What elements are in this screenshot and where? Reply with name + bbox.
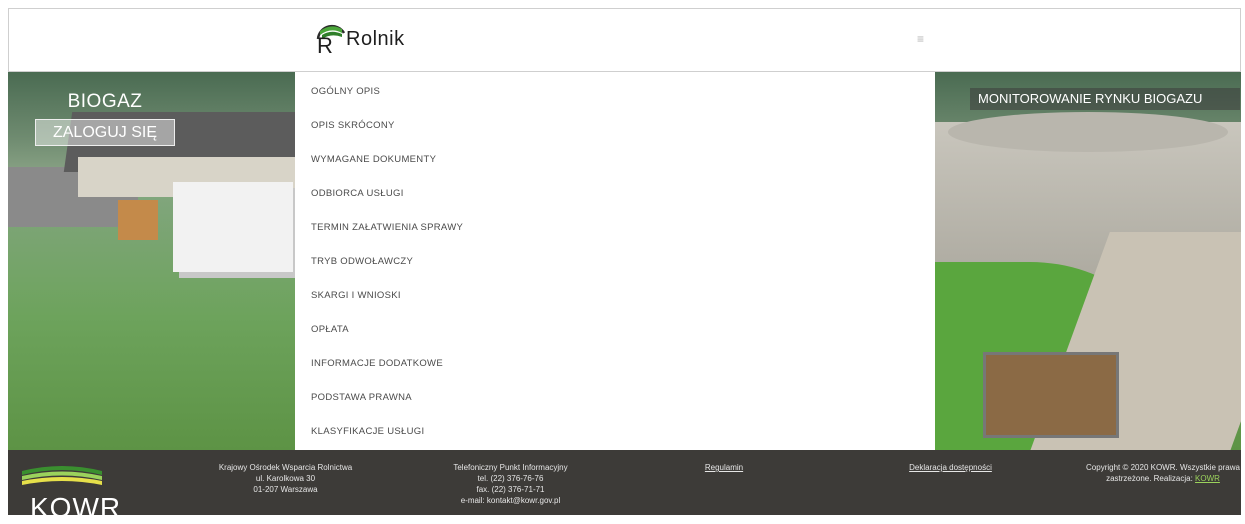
kowr-realizacja-link[interactable]: KOWR <box>1195 474 1220 483</box>
login-button[interactable]: ZALOGUJ SIĘ <box>35 119 175 146</box>
accessibility-link-wrap: Deklaracja dostępności <box>888 462 1013 473</box>
footer-copyright: Copyright © 2020 KOWR. Wszystkie prawa z… <box>1086 463 1240 483</box>
rolnik-logo-icon: R <box>316 24 346 58</box>
biogaz-panel: BIOGAZ ZALOGUJ SIĘ <box>35 83 175 147</box>
kowr-fields-icon <box>22 466 102 485</box>
top-header: R Rolnik ≡ <box>8 8 1241 72</box>
logo-text: Rolnik <box>346 27 405 50</box>
menu-item-odbiorca-uslugi[interactable]: ODBIORCA USŁUGI <box>311 188 404 199</box>
svg-text:R: R <box>317 33 333 58</box>
menu-item-skargi[interactable]: SKARGI I WNIOSKI <box>311 290 401 301</box>
menu-item-termin[interactable]: TERMIN ZAŁATWIENIA SPRAWY <box>311 222 463 233</box>
regulamin-link-wrap: Regulamin <box>684 462 764 473</box>
menu-item-informacje[interactable]: INFORMACJE DODATKOWE <box>311 358 443 369</box>
footer-contact: Telefoniczny Punkt Informacyjny tel. (22… <box>453 463 568 505</box>
kowr-logo[interactable]: KOWR <box>20 465 120 523</box>
footer-address: Krajowy Ośrodek Wsparcia Rolnictwa ul. K… <box>218 463 353 494</box>
biogaz-title: BIOGAZ <box>67 91 143 112</box>
menu-item-ogolny-opis[interactable]: OGÓLNY OPIS <box>311 86 380 97</box>
menu-item-opis-skrocony[interactable]: OPIS SKRÓCONY <box>311 120 395 131</box>
menu-item-wymagane-dokumenty[interactable]: WYMAGANE DOKUMENTY <box>311 154 436 165</box>
monitoring-link[interactable]: MONITOROWANIE RYNKU BIOGAZU <box>970 88 1240 110</box>
rolnik-logo[interactable]: R Rolnik <box>314 19 405 59</box>
menu-item-oplata[interactable]: OPŁATA <box>311 324 349 335</box>
menu-item-podstawa-prawna[interactable]: PODSTAWA PRAWNA <box>311 392 412 403</box>
site-footer: KOWR Krajowy Ośrodek Wsparcia Rolnictwa … <box>8 450 1241 523</box>
hamburger-icon[interactable]: ≡ <box>917 32 924 46</box>
accessibility-link[interactable]: Deklaracja dostępności <box>909 463 992 472</box>
regulamin-link[interactable]: Regulamin <box>705 463 743 472</box>
kowr-logo-text: KOWR <box>30 492 122 523</box>
menu-item-klasyfikacje[interactable]: KLASYFIKACJE USŁUGI <box>311 426 424 437</box>
dropdown-menu: OGÓLNY OPIS OPIS SKRÓCONY WYMAGANE DOKUM… <box>295 72 935 450</box>
menu-item-tryb-odwolawczy[interactable]: TRYB ODWOŁAWCZY <box>311 256 413 267</box>
